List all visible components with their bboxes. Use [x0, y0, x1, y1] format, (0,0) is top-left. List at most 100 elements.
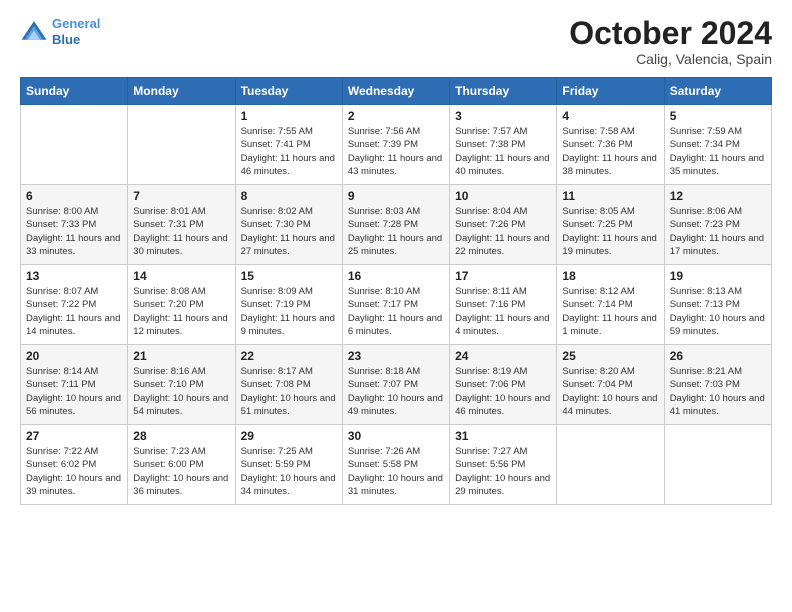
day-number: 29: [241, 429, 337, 443]
day-info: Sunrise: 7:27 AM Sunset: 5:56 PM Dayligh…: [455, 445, 551, 498]
weekday-header: Tuesday: [235, 78, 342, 105]
logo: General Blue: [20, 16, 100, 47]
calendar-cell: 15 Sunrise: 8:09 AM Sunset: 7:19 PM Dayli…: [235, 265, 342, 345]
calendar-cell: 24Sunrise: 8:19 AM Sunset: 7:06 PM Dayli…: [450, 345, 557, 425]
calendar-cell: 28 Sunrise: 7:23 AM Sunset: 6:00 PM Dayli…: [128, 425, 235, 505]
day-number: 10: [455, 189, 551, 203]
day-number: 3: [455, 109, 551, 123]
day-info: Sunrise: 7:58 AM Sunset: 7:36 PM Dayligh…: [562, 125, 658, 178]
calendar-cell: 29Sunrise: 7:25 AM Sunset: 5:59 PM Dayli…: [235, 425, 342, 505]
calendar-cell: 10 Sunrise: 8:04 AM Sunset: 7:26 PM Dayli…: [450, 185, 557, 265]
weekday-header: Thursday: [450, 78, 557, 105]
day-number: 27: [26, 429, 122, 443]
calendar-cell: 20Sunrise: 8:14 AM Sunset: 7:11 PM Dayli…: [21, 345, 128, 425]
day-info: Sunrise: 8:12 AM Sunset: 7:14 PM Dayligh…: [562, 285, 658, 338]
day-info: Sunrise: 8:03 AM Sunset: 7:28 PM Dayligh…: [348, 205, 444, 258]
day-number: 2: [348, 109, 444, 123]
month-title: October 2024: [569, 16, 772, 51]
calendar-cell: [128, 105, 235, 185]
weekday-header: Saturday: [664, 78, 771, 105]
day-info: Sunrise: 8:01 AM Sunset: 7:31 PM Dayligh…: [133, 205, 229, 258]
calendar-week-row: 20Sunrise: 8:14 AM Sunset: 7:11 PM Dayli…: [21, 345, 772, 425]
location: Calig, Valencia, Spain: [569, 51, 772, 67]
day-info: Sunrise: 7:56 AM Sunset: 7:39 PM Dayligh…: [348, 125, 444, 178]
day-number: 11: [562, 189, 658, 203]
title-block: October 2024 Calig, Valencia, Spain: [569, 16, 772, 67]
day-number: 20: [26, 349, 122, 363]
calendar-cell: 14 Sunrise: 8:08 AM Sunset: 7:20 PM Dayli…: [128, 265, 235, 345]
day-number: 8: [241, 189, 337, 203]
day-info: Sunrise: 8:17 AM Sunset: 7:08 PM Dayligh…: [241, 365, 337, 418]
day-info: Sunrise: 8:08 AM Sunset: 7:20 PM Dayligh…: [133, 285, 229, 338]
logo-general: General: [52, 16, 100, 31]
weekday-header: Friday: [557, 78, 664, 105]
calendar-cell: 11 Sunrise: 8:05 AM Sunset: 7:25 PM Dayli…: [557, 185, 664, 265]
calendar-cell: 13Sunrise: 8:07 AM Sunset: 7:22 PM Dayli…: [21, 265, 128, 345]
day-info: Sunrise: 8:06 AM Sunset: 7:23 PM Dayligh…: [670, 205, 766, 258]
day-info: Sunrise: 8:05 AM Sunset: 7:25 PM Dayligh…: [562, 205, 658, 258]
calendar-cell: 4Sunrise: 7:58 AM Sunset: 7:36 PM Daylig…: [557, 105, 664, 185]
calendar-cell: 23 Sunrise: 8:18 AM Sunset: 7:07 PM Dayli…: [342, 345, 449, 425]
day-number: 15: [241, 269, 337, 283]
weekday-header-row: SundayMondayTuesdayWednesdayThursdayFrid…: [21, 78, 772, 105]
calendar-cell: 18 Sunrise: 8:12 AM Sunset: 7:14 PM Dayli…: [557, 265, 664, 345]
calendar-cell: 6 Sunrise: 8:00 AM Sunset: 7:33 PM Daylig…: [21, 185, 128, 265]
day-info: Sunrise: 8:02 AM Sunset: 7:30 PM Dayligh…: [241, 205, 337, 258]
calendar-week-row: 27Sunrise: 7:22 AM Sunset: 6:02 PM Dayli…: [21, 425, 772, 505]
day-number: 22: [241, 349, 337, 363]
day-info: Sunrise: 8:16 AM Sunset: 7:10 PM Dayligh…: [133, 365, 229, 418]
day-number: 28: [133, 429, 229, 443]
day-number: 21: [133, 349, 229, 363]
calendar-cell: 12 Sunrise: 8:06 AM Sunset: 7:23 PM Dayli…: [664, 185, 771, 265]
calendar-cell: [664, 425, 771, 505]
calendar-cell: 21 Sunrise: 8:16 AM Sunset: 7:10 PM Dayli…: [128, 345, 235, 425]
day-number: 1: [241, 109, 337, 123]
calendar-cell: 19Sunrise: 8:13 AM Sunset: 7:13 PM Dayli…: [664, 265, 771, 345]
calendar-cell: 2 Sunrise: 7:56 AM Sunset: 7:39 PM Daylig…: [342, 105, 449, 185]
calendar-cell: 3 Sunrise: 7:57 AM Sunset: 7:38 PM Daylig…: [450, 105, 557, 185]
day-info: Sunrise: 7:59 AM Sunset: 7:34 PM Dayligh…: [670, 125, 766, 178]
logo-text: General Blue: [52, 16, 100, 47]
day-info: Sunrise: 8:00 AM Sunset: 7:33 PM Dayligh…: [26, 205, 122, 258]
weekday-header: Sunday: [21, 78, 128, 105]
day-info: Sunrise: 8:18 AM Sunset: 7:07 PM Dayligh…: [348, 365, 444, 418]
day-info: Sunrise: 8:11 AM Sunset: 7:16 PM Dayligh…: [455, 285, 551, 338]
day-info: Sunrise: 7:23 AM Sunset: 6:00 PM Dayligh…: [133, 445, 229, 498]
day-info: Sunrise: 8:21 AM Sunset: 7:03 PM Dayligh…: [670, 365, 766, 418]
day-info: Sunrise: 7:57 AM Sunset: 7:38 PM Dayligh…: [455, 125, 551, 178]
calendar-cell: 31Sunrise: 7:27 AM Sunset: 5:56 PM Dayli…: [450, 425, 557, 505]
calendar-cell: 22 Sunrise: 8:17 AM Sunset: 7:08 PM Dayli…: [235, 345, 342, 425]
day-number: 12: [670, 189, 766, 203]
day-number: 5: [670, 109, 766, 123]
calendar-cell: 5 Sunrise: 7:59 AM Sunset: 7:34 PM Daylig…: [664, 105, 771, 185]
day-number: 14: [133, 269, 229, 283]
calendar-cell: 7Sunrise: 8:01 AM Sunset: 7:31 PM Daylig…: [128, 185, 235, 265]
day-number: 18: [562, 269, 658, 283]
calendar-week-row: 1 Sunrise: 7:55 AM Sunset: 7:41 PM Daylig…: [21, 105, 772, 185]
day-number: 16: [348, 269, 444, 283]
calendar-cell: 16 Sunrise: 8:10 AM Sunset: 7:17 PM Dayli…: [342, 265, 449, 345]
calendar-table: SundayMondayTuesdayWednesdayThursdayFrid…: [20, 77, 772, 505]
day-info: Sunrise: 8:04 AM Sunset: 7:26 PM Dayligh…: [455, 205, 551, 258]
day-info: Sunrise: 8:10 AM Sunset: 7:17 PM Dayligh…: [348, 285, 444, 338]
day-number: 9: [348, 189, 444, 203]
logo-blue: Blue: [52, 32, 80, 47]
day-info: Sunrise: 8:19 AM Sunset: 7:06 PM Dayligh…: [455, 365, 551, 418]
day-info: Sunrise: 7:26 AM Sunset: 5:58 PM Dayligh…: [348, 445, 444, 498]
day-number: 30: [348, 429, 444, 443]
calendar-cell: 8 Sunrise: 8:02 AM Sunset: 7:30 PM Daylig…: [235, 185, 342, 265]
day-number: 13: [26, 269, 122, 283]
day-number: 6: [26, 189, 122, 203]
calendar-cell: 9 Sunrise: 8:03 AM Sunset: 7:28 PM Daylig…: [342, 185, 449, 265]
calendar-week-row: 6 Sunrise: 8:00 AM Sunset: 7:33 PM Daylig…: [21, 185, 772, 265]
day-info: Sunrise: 8:09 AM Sunset: 7:19 PM Dayligh…: [241, 285, 337, 338]
day-number: 23: [348, 349, 444, 363]
calendar-cell: [557, 425, 664, 505]
day-number: 25: [562, 349, 658, 363]
day-info: Sunrise: 8:20 AM Sunset: 7:04 PM Dayligh…: [562, 365, 658, 418]
calendar-week-row: 13Sunrise: 8:07 AM Sunset: 7:22 PM Dayli…: [21, 265, 772, 345]
logo-icon: [20, 18, 48, 46]
weekday-header: Wednesday: [342, 78, 449, 105]
day-number: 26: [670, 349, 766, 363]
day-info: Sunrise: 7:55 AM Sunset: 7:41 PM Dayligh…: [241, 125, 337, 178]
